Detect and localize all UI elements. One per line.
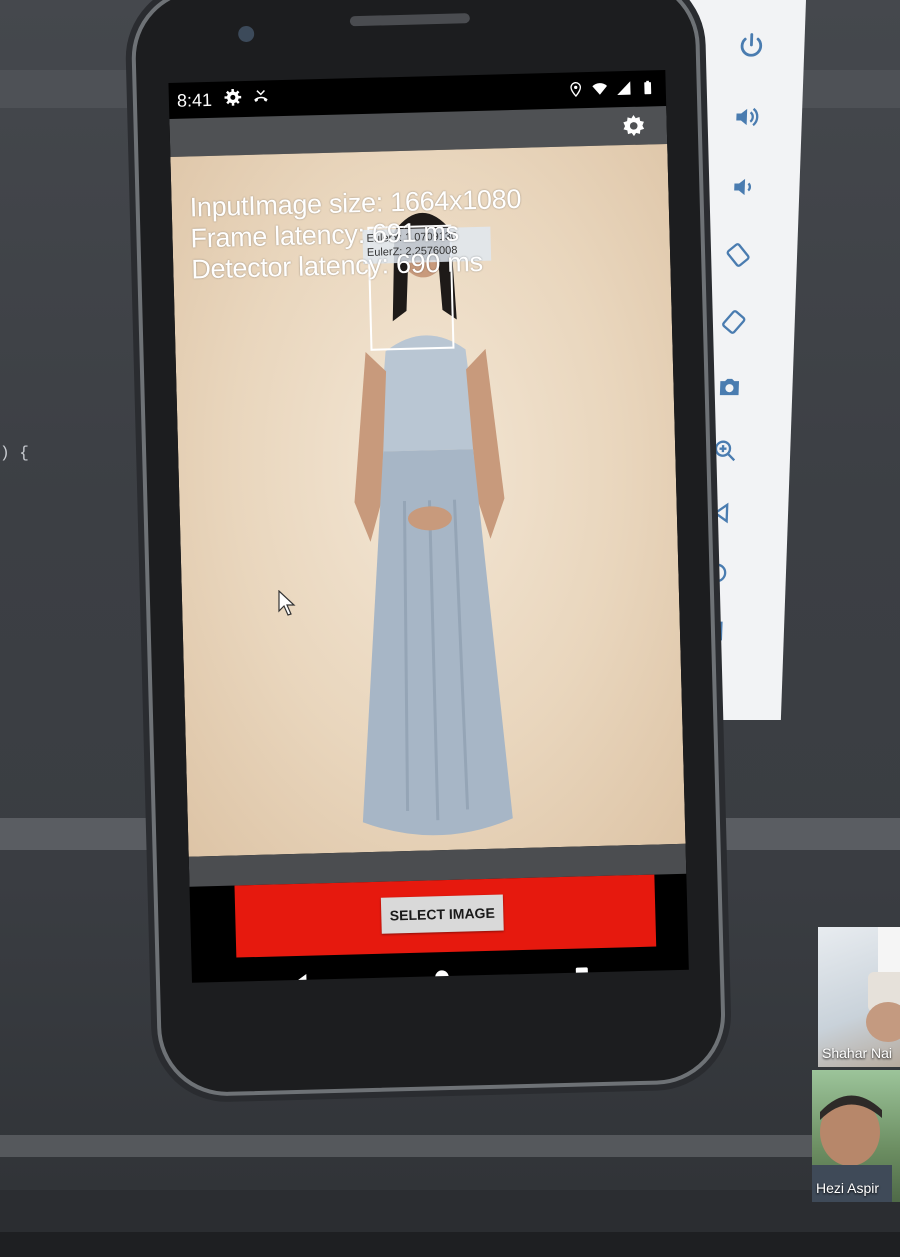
gear-icon[interactable]	[620, 113, 647, 140]
controls-bar: SELECT IMAGE	[234, 874, 657, 958]
code-fragment: ) {	[0, 444, 29, 462]
missed-call-icon	[254, 89, 268, 102]
participant-tile[interactable]: Hezi Aspir	[812, 1070, 900, 1202]
nav-recents-icon[interactable]	[570, 961, 595, 983]
location-icon	[570, 82, 582, 98]
battery-icon	[644, 80, 652, 95]
camera-icon[interactable]	[712, 370, 747, 404]
phone-screen: 8:41 EulerY: 1.0709130 EulerZ: 2.2576008…	[168, 70, 689, 983]
signal-icon	[617, 81, 631, 95]
monitor-bezel-bottom	[0, 1232, 900, 1257]
stats-overlay: InputImage size: 1664x1080 Frame latency…	[189, 184, 523, 286]
wifi-icon	[592, 83, 608, 95]
phone-frame: 8:41 EulerY: 1.0709130 EulerZ: 2.2576008…	[130, 0, 727, 1098]
zoom-in-icon[interactable]	[708, 434, 743, 468]
power-icon[interactable]	[734, 28, 769, 62]
status-time: 8:41	[176, 89, 213, 111]
select-image-button[interactable]: SELECT IMAGE	[380, 894, 504, 934]
earpiece-speaker	[349, 13, 470, 27]
participant-name: Shahar Nai	[822, 1045, 893, 1061]
participant-name: Hezi Aspir	[816, 1180, 880, 1196]
mouse-cursor-icon	[278, 590, 296, 616]
monitor-bezel	[0, 1190, 900, 1232]
ide-status-band	[0, 1135, 900, 1157]
participant-tile[interactable]: Shahar Nai	[818, 927, 900, 1067]
rotate-right-icon[interactable]	[716, 305, 751, 339]
rotate-left-icon[interactable]	[721, 238, 756, 272]
front-camera	[237, 25, 255, 43]
volume-down-icon[interactable]	[725, 170, 760, 204]
nav-home-icon[interactable]	[430, 965, 455, 983]
volume-up-icon[interactable]	[729, 100, 764, 134]
settings-notification-icon	[224, 88, 242, 106]
nav-back-icon[interactable]	[290, 969, 315, 983]
